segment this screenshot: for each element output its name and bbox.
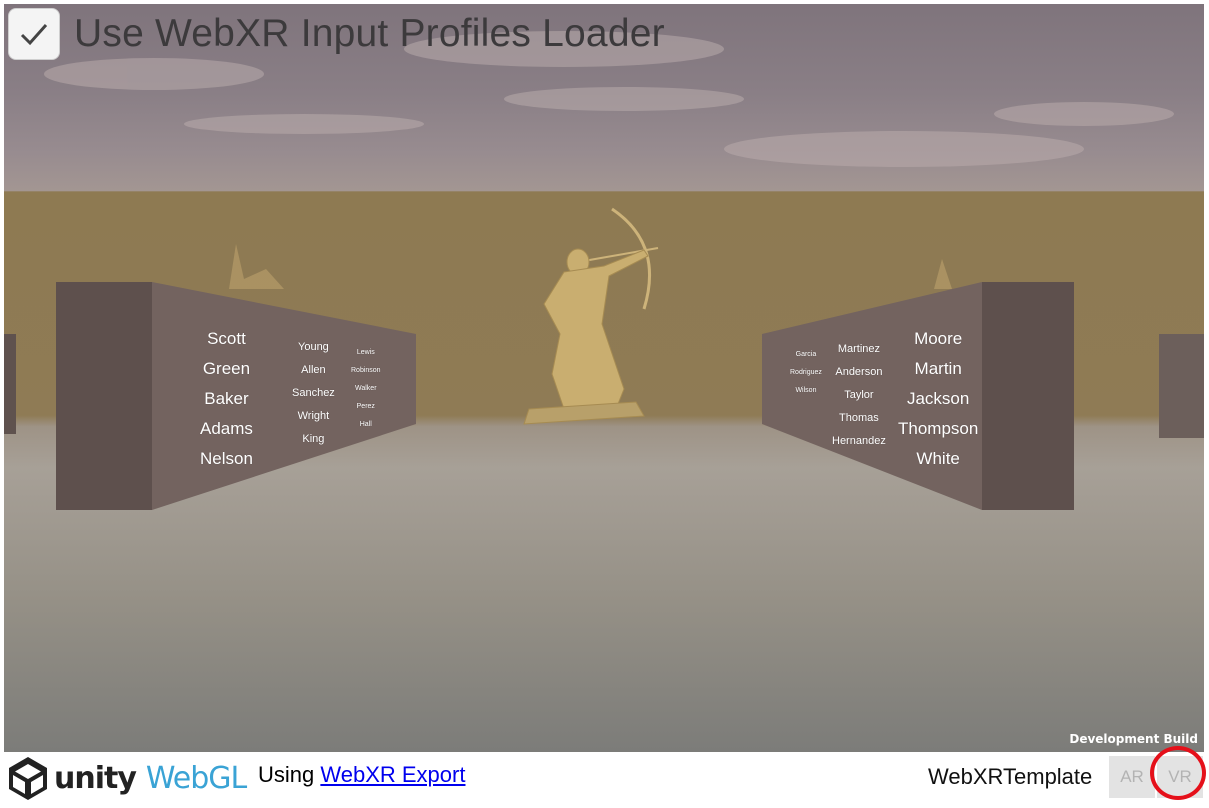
name-label: Lewis [356, 349, 375, 356]
template-title: WebXRTemplate [928, 764, 1093, 789]
name-label: Walker [355, 385, 377, 392]
scene-geometry [4, 31, 1204, 510]
far-left-pillar [4, 334, 16, 434]
name-label: Martin [914, 359, 962, 378]
left-wall-names-column-3: Lewis Robinson Walker Perez Hall [351, 344, 381, 434]
unity-wordmark: unity [54, 760, 137, 796]
unity-cube-icon [9, 757, 47, 800]
input-profiles-toggle[interactable]: Use WebXR Input Profiles Loader [8, 8, 665, 60]
name-label: Thomas [839, 412, 879, 424]
webxr-export-link[interactable]: WebXR Export [320, 762, 465, 787]
footer-bar: unity WebGL Using WebXR Export WebXRTemp… [0, 752, 1209, 808]
toggle-label: Use WebXR Input Profiles Loader [74, 12, 665, 55]
name-label: White [916, 449, 960, 468]
name-label: Young [298, 341, 329, 353]
name-label: Hernandez [832, 435, 886, 447]
checkbox[interactable] [8, 8, 60, 60]
right-wall-names-column-1: Moore Martin Jackson Thompson White [898, 324, 978, 474]
name-label: Wilson [795, 387, 817, 394]
name-label: Garcia [795, 351, 817, 358]
name-label: Wright [297, 410, 330, 422]
name-label: Thompson [898, 419, 979, 438]
far-right-pillar [1159, 334, 1204, 438]
name-label: Martinez [837, 343, 880, 355]
webgl-wordmark: WebGL [145, 760, 247, 796]
name-label: Robinson [351, 367, 381, 374]
ar-button[interactable]: AR [1109, 756, 1155, 798]
name-label: Moore [914, 329, 963, 348]
development-build-label: Development Build [1069, 732, 1198, 746]
name-label: Anderson [835, 366, 883, 378]
name-label: Sanchez [292, 387, 335, 399]
right-wall-names-column-2: Martinez Anderson Taylor Thomas Hernande… [832, 338, 886, 453]
name-label: Allen [301, 364, 326, 376]
left-wall-names-column-2: Young Allen Sanchez Wright King [292, 336, 335, 451]
name-label: Nelson [200, 449, 253, 468]
name-label: Adams [200, 419, 253, 438]
using-text: Using WebXR Export [258, 762, 465, 788]
vr-button-highlight-circle [1150, 746, 1206, 800]
name-label: Green [202, 359, 251, 378]
name-label: Rodriguez [790, 369, 822, 376]
using-label: Using [258, 762, 315, 787]
left-wall-names-column-1: Scott Green Baker Adams Nelson [200, 324, 253, 474]
name-label: King [302, 433, 325, 445]
right-wall-names-column-3: Garcia Rodriguez Wilson [790, 346, 822, 400]
name-label: Baker [204, 389, 249, 408]
webgl-canvas[interactable]: Scott Green Baker Adams Nelson Young All… [4, 4, 1204, 752]
checkmark-icon [20, 24, 48, 46]
left-wall-side [56, 282, 152, 510]
right-wall-side [982, 282, 1074, 510]
name-label: Taylor [844, 389, 874, 401]
name-label: Jackson [906, 389, 970, 408]
name-label: Hall [359, 421, 372, 428]
name-label: Scott [207, 329, 246, 348]
archer-statue [523, 207, 659, 425]
unity-webgl-logo: unity WebGL [4, 754, 247, 802]
name-label: Perez [356, 403, 375, 410]
